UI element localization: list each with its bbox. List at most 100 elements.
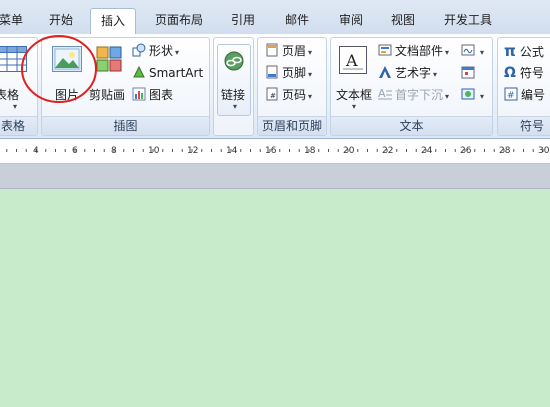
group-label-text: 文本 bbox=[331, 116, 492, 135]
object-icon bbox=[461, 88, 475, 100]
quickparts-button[interactable]: 文档部件 ▾ bbox=[378, 41, 449, 61]
page-number-label: 页码 bbox=[282, 88, 307, 102]
group-text: A 文本框 ▾ 文档部件 ▾ 艺术字 ▾ A 首字下沉 ▾ ▾ ▾ 文本 bbox=[330, 37, 493, 136]
calendar-icon bbox=[461, 66, 475, 79]
chevron-down-icon: ▾ bbox=[352, 102, 357, 111]
smartart-label: SmartArt bbox=[149, 66, 204, 80]
page-number-icon: # bbox=[266, 87, 278, 101]
quickparts-label: 文档部件 bbox=[395, 44, 444, 58]
chart-icon bbox=[132, 87, 146, 101]
chevron-down-icon: ▾ bbox=[175, 48, 180, 57]
wordart-label: 艺术字 bbox=[395, 66, 432, 80]
tab-mailings[interactable]: 邮件 bbox=[280, 9, 314, 31]
chevron-down-icon: ▾ bbox=[445, 48, 450, 57]
ruler-number: 6 bbox=[72, 146, 78, 156]
table-button-label: 表格 bbox=[0, 88, 20, 102]
chevron-down-icon: ▾ bbox=[480, 92, 485, 101]
tab-menu[interactable]: 菜单 bbox=[0, 9, 28, 31]
chevron-down-icon: ▾ bbox=[480, 48, 485, 57]
clipart-icon bbox=[96, 46, 122, 72]
group-links: 链接 ▾ bbox=[213, 37, 254, 136]
document-top-margin bbox=[0, 164, 550, 189]
smartart-icon bbox=[133, 65, 145, 78]
numbering-button[interactable]: # 编号 bbox=[504, 85, 545, 105]
group-label-illustrations: 插图 bbox=[42, 116, 209, 135]
tab-home[interactable]: 开始 bbox=[42, 9, 80, 31]
ruler-number: 8 bbox=[111, 146, 117, 156]
omega-icon: Ω bbox=[504, 65, 516, 81]
signature-line-button[interactable]: ▾ bbox=[461, 41, 484, 61]
header-button[interactable]: 页眉 ▾ bbox=[265, 41, 312, 61]
link-button[interactable]: 链接 ▾ bbox=[215, 42, 253, 116]
chevron-down-icon: ▾ bbox=[13, 102, 18, 111]
chart-button[interactable]: 图表 bbox=[132, 85, 173, 105]
shapes-label: 形状 bbox=[149, 44, 174, 58]
symbol-button[interactable]: Ω 符号 bbox=[504, 63, 544, 83]
ruler-number: 18 bbox=[304, 146, 316, 156]
chevron-down-icon: ▾ bbox=[308, 92, 313, 101]
ruler-number: 10 bbox=[148, 146, 160, 156]
link-icon bbox=[224, 51, 244, 71]
symbol-label: 符号 bbox=[519, 66, 544, 80]
chart-label: 图表 bbox=[149, 88, 174, 102]
numbering-label: 编号 bbox=[521, 88, 546, 102]
signature-icon bbox=[461, 44, 475, 56]
tab-view[interactable]: 视图 bbox=[386, 9, 420, 31]
ruler-number: 20 bbox=[343, 146, 355, 156]
dropcap-icon: A bbox=[378, 87, 392, 100]
numbering-icon: # bbox=[504, 87, 518, 101]
shapes-icon bbox=[132, 43, 146, 57]
shapes-button[interactable]: 形状 ▾ bbox=[132, 41, 179, 61]
svg-text:#: # bbox=[270, 92, 276, 100]
chevron-down-icon: ▾ bbox=[445, 92, 450, 101]
ruler-number: 12 bbox=[187, 146, 199, 156]
wordart-button[interactable]: 艺术字 ▾ bbox=[378, 63, 437, 83]
dropcap-label: 首字下沉 bbox=[395, 88, 444, 102]
group-label-header-footer: 页眉和页脚 bbox=[258, 116, 326, 135]
group-label-symbols: 符号 bbox=[498, 116, 550, 135]
link-button-label: 链接 bbox=[221, 88, 246, 102]
dropcap-button[interactable]: A 首字下沉 ▾ bbox=[378, 85, 449, 105]
header-label: 页眉 bbox=[282, 44, 307, 58]
textbox-icon: A bbox=[339, 46, 367, 74]
ruler-number: 4 bbox=[33, 146, 39, 156]
pi-icon: π bbox=[504, 42, 516, 60]
horizontal-ruler[interactable]: 4 6 8 10 12 14 16 18 20 22 24 26 28 30 bbox=[0, 139, 550, 164]
ribbon-tab-bar: 菜单 开始 插入 页面布局 引用 邮件 审阅 视图 开发工具 bbox=[0, 0, 550, 35]
page-number-button[interactable]: # 页码 ▾ bbox=[265, 85, 312, 105]
smartart-button[interactable]: SmartArt bbox=[132, 63, 203, 83]
datetime-button[interactable] bbox=[461, 63, 478, 83]
svg-text:A: A bbox=[378, 87, 386, 100]
group-header-footer: 页眉 ▾ 页脚 ▾ # 页码 ▾ 页眉和页脚 bbox=[257, 37, 327, 136]
svg-text:A: A bbox=[345, 51, 358, 70]
tab-insert[interactable]: 插入 bbox=[90, 8, 136, 34]
footer-button[interactable]: 页脚 ▾ bbox=[265, 63, 312, 83]
ruler-number: 16 bbox=[265, 146, 277, 156]
header-icon bbox=[266, 43, 278, 57]
tab-developer[interactable]: 开发工具 bbox=[440, 9, 496, 31]
svg-text:#: # bbox=[507, 91, 515, 101]
ruler-number: 26 bbox=[460, 146, 472, 156]
textbox-button[interactable]: A 文本框 ▾ bbox=[333, 42, 375, 112]
chevron-down-icon: ▾ bbox=[433, 70, 438, 79]
ruler-number: 14 bbox=[226, 146, 238, 156]
tab-review[interactable]: 审阅 bbox=[334, 9, 368, 31]
group-label-tables: 表格 bbox=[0, 116, 37, 135]
document-body[interactable] bbox=[0, 189, 550, 407]
equation-label: 公式 bbox=[519, 45, 544, 59]
tab-page-layout[interactable]: 页面布局 bbox=[150, 9, 208, 31]
wordart-icon bbox=[379, 66, 391, 78]
tab-references[interactable]: 引用 bbox=[226, 9, 260, 31]
chevron-down-icon: ▾ bbox=[308, 70, 313, 79]
ruler-number: 30 bbox=[538, 146, 550, 156]
equation-button[interactable]: π 公式 bbox=[504, 41, 544, 61]
ruler-number: 28 bbox=[499, 146, 511, 156]
ribbon: 表格 ▾ 表格 图片 剪贴画 形状 ▾ SmartArt 图表 插图 链接 ▾ … bbox=[0, 34, 550, 139]
quickparts-icon bbox=[378, 44, 392, 56]
highlight-circle-annotation bbox=[21, 35, 97, 103]
ruler-number: 22 bbox=[382, 146, 394, 156]
textbox-button-label: 文本框 bbox=[336, 88, 373, 102]
footer-label: 页脚 bbox=[282, 66, 307, 80]
chevron-down-icon: ▾ bbox=[308, 48, 313, 57]
object-button[interactable]: ▾ bbox=[461, 85, 484, 105]
